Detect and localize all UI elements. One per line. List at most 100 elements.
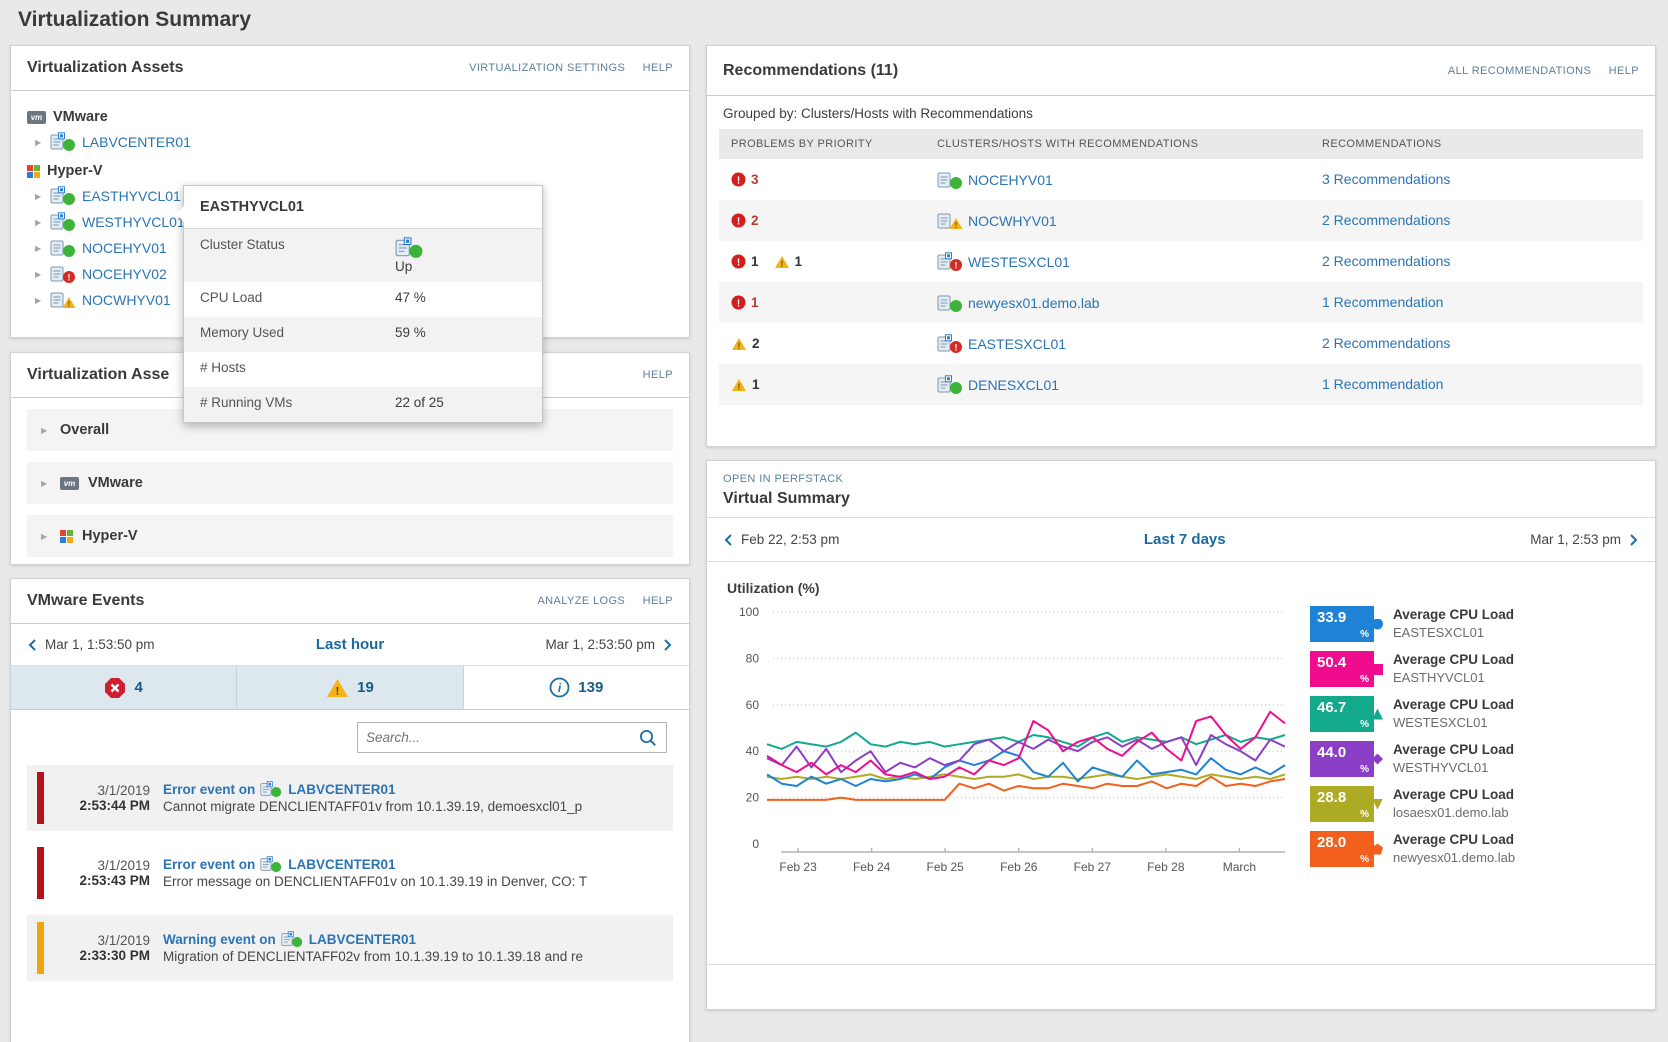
critical-priority-icon: ! bbox=[731, 295, 746, 310]
events-severity-tabs: 4!19i139 bbox=[11, 666, 689, 710]
event-timestamp: 3/1/20192:53:43 PM bbox=[58, 858, 150, 888]
events-tab-warning[interactable]: !19 bbox=[237, 666, 463, 709]
legend-item-WESTESXCL01[interactable]: 46.7%Average CPU LoadWESTESXCL01 bbox=[1310, 696, 1645, 732]
summary-row-vmware[interactable]: ▶vmVMware bbox=[27, 462, 673, 504]
node-link[interactable]: NOCWHYV01 bbox=[82, 292, 171, 308]
svg-text:March: March bbox=[1223, 860, 1256, 874]
event-title-link[interactable]: Error event on bbox=[163, 782, 255, 797]
cluster-host-link[interactable]: WESTESXCL01 bbox=[968, 254, 1070, 270]
expand-arrow-icon[interactable]: ▶ bbox=[35, 192, 45, 201]
recommendations-count-link[interactable]: 1 Recommendation bbox=[1322, 294, 1443, 310]
chevron-left-icon[interactable] bbox=[723, 533, 733, 547]
events-range-start: Mar 1, 1:53:50 pm bbox=[45, 637, 155, 652]
panel-title-vmware-events: VMware Events bbox=[27, 592, 144, 610]
warning-priority-icon: ! bbox=[774, 255, 790, 269]
event-node-link[interactable]: LABVCENTER01 bbox=[309, 932, 416, 947]
node-link[interactable]: NOCEHYV02 bbox=[82, 266, 167, 282]
summary-range-label[interactable]: Last 7 days bbox=[839, 531, 1530, 548]
search-input[interactable] bbox=[366, 730, 638, 745]
event-row: 3/1/20192:53:43 PM Error event on LABVCEN… bbox=[27, 840, 673, 906]
expand-arrow-icon[interactable]: ▶ bbox=[35, 218, 45, 227]
svg-text:!: ! bbox=[738, 382, 741, 392]
svg-text:!: ! bbox=[955, 260, 958, 270]
event-node-link[interactable]: LABVCENTER01 bbox=[288, 782, 395, 797]
tooltip-value: 22 of 25 bbox=[395, 395, 444, 410]
critical-priority-icon: ! bbox=[731, 254, 746, 269]
node-link[interactable]: EASTHYVCL01 bbox=[82, 188, 181, 204]
search-icon[interactable] bbox=[638, 728, 658, 748]
open-in-perfstack-link[interactable]: OPEN IN PERFSTACK bbox=[723, 473, 843, 485]
cluster-host-link[interactable]: DENESXCL01 bbox=[968, 377, 1059, 393]
recommendations-count-link[interactable]: 2 Recommendations bbox=[1322, 253, 1450, 269]
divider bbox=[707, 964, 1655, 965]
legend-item-WESTHYVCL01[interactable]: 44.0%Average CPU LoadWESTHYVCL01 bbox=[1310, 741, 1645, 777]
recommendations-count-link[interactable]: 3 Recommendations bbox=[1322, 171, 1450, 187]
recommendations-count-link[interactable]: 2 Recommendations bbox=[1322, 212, 1450, 228]
legend-series-node: losaesx01.demo.lab bbox=[1393, 805, 1509, 820]
chevron-left-icon[interactable] bbox=[27, 638, 37, 652]
panel-title-recommendations: Recommendations (11) bbox=[723, 62, 898, 80]
recommendations-count-link[interactable]: 2 Recommendations bbox=[1322, 335, 1450, 351]
recommendation-row: !2 !EASTESXCL012 Recommendations bbox=[719, 323, 1643, 364]
legend-item-losaesx01.demo.lab[interactable]: 28.8%Average CPU Loadlosaesx01.demo.lab bbox=[1310, 786, 1645, 822]
help-link[interactable]: HELP bbox=[643, 62, 673, 74]
recommendations-count-link[interactable]: 1 Recommendation bbox=[1322, 376, 1443, 392]
legend-value-badge: 46.7% bbox=[1310, 696, 1374, 732]
virtualization-settings-link[interactable]: VIRTUALIZATION SETTINGS bbox=[469, 62, 625, 74]
expand-arrow-icon[interactable]: ▶ bbox=[41, 532, 51, 541]
event-row: 3/1/20192:33:30 PMWarning event on LABVC… bbox=[27, 915, 673, 981]
warning-icon: ! bbox=[326, 678, 349, 698]
event-severity-bar bbox=[37, 922, 44, 974]
events-tab-info[interactable]: i139 bbox=[464, 666, 689, 709]
vcenter-up-icon bbox=[260, 856, 283, 873]
tree-node-labvcenter01[interactable]: ▶ LABVCENTER01 bbox=[27, 129, 673, 155]
event-title-link[interactable]: Warning event on bbox=[163, 932, 276, 947]
node-link[interactable]: NOCEHYV01 bbox=[82, 240, 167, 256]
cluster-critical-icon: ! bbox=[937, 334, 964, 354]
svg-text:0: 0 bbox=[752, 837, 759, 851]
tooltip-row: # Hosts bbox=[184, 352, 542, 387]
legend-item-EASTESXCL01[interactable]: 33.9%Average CPU LoadEASTESXCL01 bbox=[1310, 606, 1645, 642]
cluster-host-link[interactable]: newyesx01.demo.lab bbox=[968, 295, 1100, 311]
cluster-host-link[interactable]: NOCWHYV01 bbox=[968, 213, 1057, 229]
expand-arrow-icon[interactable]: ▶ bbox=[35, 244, 45, 253]
help-link[interactable]: HELP bbox=[643, 369, 673, 381]
all-recommendations-link[interactable]: ALL RECOMMENDATIONS bbox=[1448, 65, 1591, 77]
recommendation-row: !3 NOCEHYV013 Recommendations bbox=[719, 159, 1643, 200]
cluster-host-link[interactable]: NOCEHYV01 bbox=[968, 172, 1053, 188]
summary-row-hyper-v[interactable]: ▶Hyper-V bbox=[27, 515, 673, 557]
help-link[interactable]: HELP bbox=[643, 595, 673, 607]
node-link[interactable]: WESTHYVCL01 bbox=[82, 214, 185, 230]
cluster-host-link[interactable]: EASTESXCL01 bbox=[968, 336, 1066, 352]
expand-arrow-icon[interactable]: ▶ bbox=[35, 270, 45, 279]
host-critical-icon: ! bbox=[50, 264, 77, 284]
chevron-right-icon[interactable] bbox=[1629, 533, 1639, 547]
event-message: Error message on DENCLIENTAFF01v on 10.1… bbox=[163, 874, 587, 889]
summary-row-label: VMware bbox=[88, 475, 143, 491]
events-tab-error[interactable]: 4 bbox=[11, 666, 237, 709]
analyze-logs-link[interactable]: ANALYZE LOGS bbox=[537, 595, 625, 607]
svg-text:60: 60 bbox=[746, 698, 760, 712]
events-range-end: Mar 1, 2:53:50 pm bbox=[545, 637, 655, 652]
expand-arrow-icon[interactable]: ▶ bbox=[35, 138, 45, 147]
svg-text:Feb 23: Feb 23 bbox=[779, 860, 817, 874]
expand-arrow-icon[interactable]: ▶ bbox=[41, 426, 51, 435]
chevron-right-icon[interactable] bbox=[663, 638, 673, 652]
legend-item-newyesx01.demo.lab[interactable]: 28.0%Average CPU Loadnewyesx01.demo.lab bbox=[1310, 831, 1645, 867]
tree-group-label: VMware bbox=[53, 109, 108, 125]
host-up-icon bbox=[937, 170, 964, 190]
events-range-label[interactable]: Last hour bbox=[155, 636, 546, 653]
microsoft-logo-icon bbox=[60, 530, 73, 543]
search-box[interactable] bbox=[357, 722, 667, 753]
event-node-link[interactable]: LABVCENTER01 bbox=[288, 857, 395, 872]
panel-title-virtualization-assets: Virtualization Assets bbox=[27, 59, 184, 77]
node-link[interactable]: LABVCENTER01 bbox=[82, 134, 191, 150]
recommendations-panel: Recommendations (11) ALL RECOMMENDATIONS… bbox=[706, 45, 1656, 447]
expand-arrow-icon[interactable]: ▶ bbox=[35, 296, 45, 305]
event-title-link[interactable]: Error event on bbox=[163, 857, 255, 872]
help-link[interactable]: HELP bbox=[1609, 65, 1639, 77]
chart-title: Utilization (%) bbox=[727, 580, 1310, 596]
vcenter-up-icon bbox=[50, 132, 77, 152]
legend-item-EASTHYVCL01[interactable]: 50.4%Average CPU LoadEASTHYVCL01 bbox=[1310, 651, 1645, 687]
expand-arrow-icon[interactable]: ▶ bbox=[41, 479, 51, 488]
